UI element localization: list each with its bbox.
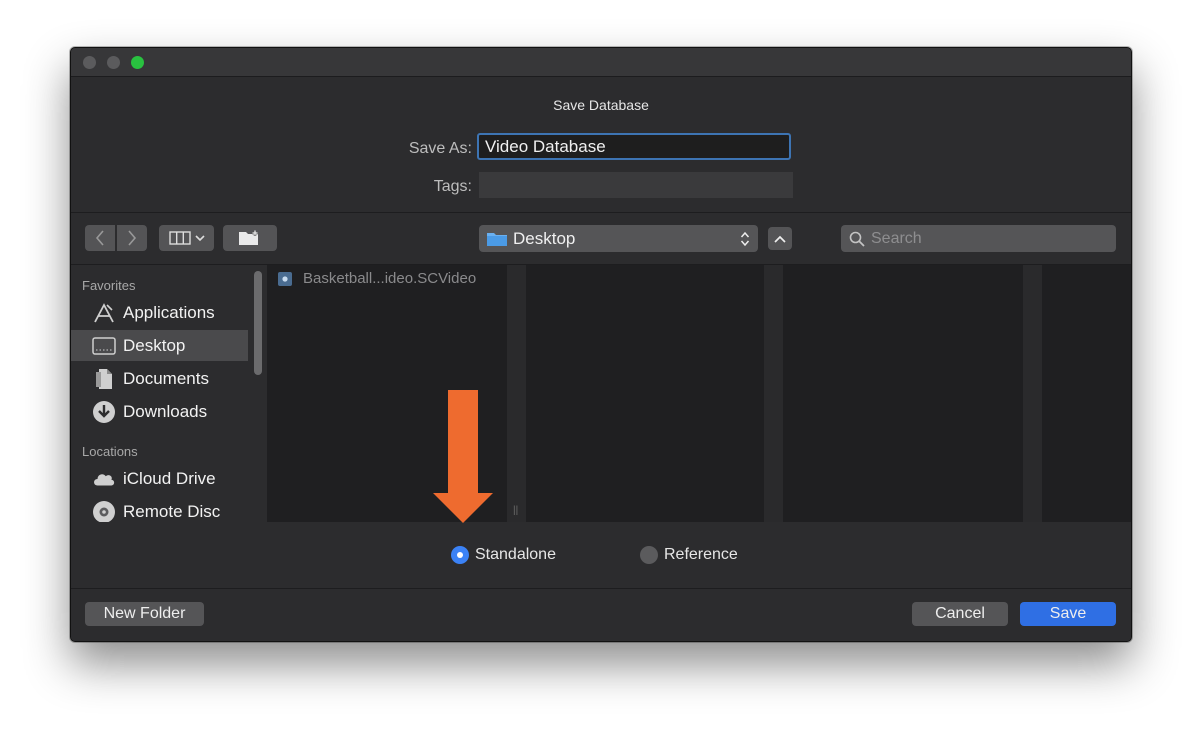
standalone-radio[interactable]: Standalone [451, 546, 556, 564]
save-button[interactable]: Save [1020, 602, 1116, 626]
radio-selected-indicator [451, 546, 469, 564]
sidebar: Favorites Applications Desktop Documents [71, 265, 248, 524]
browser-column [1042, 265, 1131, 522]
chevron-down-icon [194, 235, 205, 242]
title-bar [71, 48, 1131, 77]
location-label: Desktop [513, 228, 576, 248]
annotation-arrow-icon [433, 390, 493, 523]
sidebar-item-label: Desktop [123, 335, 186, 355]
cancel-button[interactable]: Cancel [912, 602, 1008, 626]
disc-icon [92, 500, 116, 524]
save-as-label: Save As: [408, 140, 472, 157]
browser-column [526, 265, 764, 522]
new-folder-button[interactable]: New Folder [85, 602, 204, 626]
chevron-right-icon [128, 230, 137, 246]
downloads-icon [92, 400, 116, 424]
new-folder-toolbar-button[interactable] [223, 225, 277, 251]
reference-label: Reference [664, 546, 738, 563]
radio-unselected-indicator [640, 546, 658, 564]
desktop-icon [92, 334, 116, 358]
file-name: Basketball...ideo.SCVideo [303, 270, 477, 287]
forward-button[interactable] [117, 225, 147, 251]
sidebar-item-documents[interactable]: Documents [71, 363, 248, 394]
tags-input[interactable] [479, 172, 793, 198]
locations-header: Locations [82, 444, 138, 459]
column-resize-handle[interactable] [764, 265, 783, 522]
chevron-left-icon [95, 230, 104, 246]
chevron-up-icon [774, 235, 786, 243]
cloud-icon [92, 467, 116, 491]
divider [71, 212, 1131, 213]
back-button[interactable] [85, 225, 115, 251]
video-file-icon [277, 271, 293, 287]
dialog-footer: New Folder Cancel Save [71, 588, 1131, 641]
sidebar-item-downloads[interactable]: Downloads [71, 396, 248, 427]
reference-radio[interactable]: Reference [640, 546, 738, 564]
column-resize-handle[interactable] [1023, 265, 1042, 522]
expand-collapse-button[interactable] [768, 227, 792, 250]
sidebar-item-icloud-drive[interactable]: iCloud Drive [71, 463, 248, 494]
column-resize-handle[interactable]: || [507, 265, 526, 522]
columns-view-icon [168, 231, 191, 245]
search-field[interactable] [841, 225, 1116, 252]
sidebar-item-label: Documents [123, 368, 209, 388]
sidebar-item-label: iCloud Drive [123, 468, 216, 488]
file-browser: Favorites Applications Desktop Documents [71, 265, 1131, 524]
documents-icon [92, 367, 116, 391]
applications-icon [92, 301, 116, 325]
standalone-label: Standalone [475, 546, 556, 563]
sidebar-scrollbar[interactable] [254, 271, 262, 375]
sidebar-item-desktop[interactable]: Desktop [71, 330, 248, 361]
dialog-title: Save Database [553, 97, 649, 113]
up-down-chevron-icon [740, 231, 750, 246]
sidebar-item-label: Remote Disc [123, 501, 221, 521]
zoom-window-button[interactable] [131, 56, 144, 69]
sidebar-item-applications[interactable]: Applications [71, 297, 248, 328]
sidebar-item-label: Downloads [123, 401, 208, 421]
favorites-header: Favorites [82, 278, 136, 293]
new-folder-icon [239, 230, 258, 245]
save-options: Standalone Reference [71, 522, 1131, 588]
save-as-input[interactable] [477, 133, 791, 160]
save-dialog-window: Save Database Save As: Tags: Desktop Fav… [70, 47, 1132, 642]
file-item[interactable]: Basketball...ideo.SCVideo [277, 270, 476, 287]
minimize-window-button[interactable] [107, 56, 120, 69]
tags-label: Tags: [433, 178, 472, 195]
search-icon [849, 231, 865, 247]
view-mode-button[interactable] [159, 225, 214, 251]
location-select[interactable]: Desktop [479, 225, 758, 252]
folder-icon [487, 232, 507, 246]
search-input[interactable] [871, 229, 1101, 248]
browser-column [783, 265, 1023, 522]
close-window-button[interactable] [83, 56, 96, 69]
sidebar-item-label: Applications [123, 302, 215, 322]
